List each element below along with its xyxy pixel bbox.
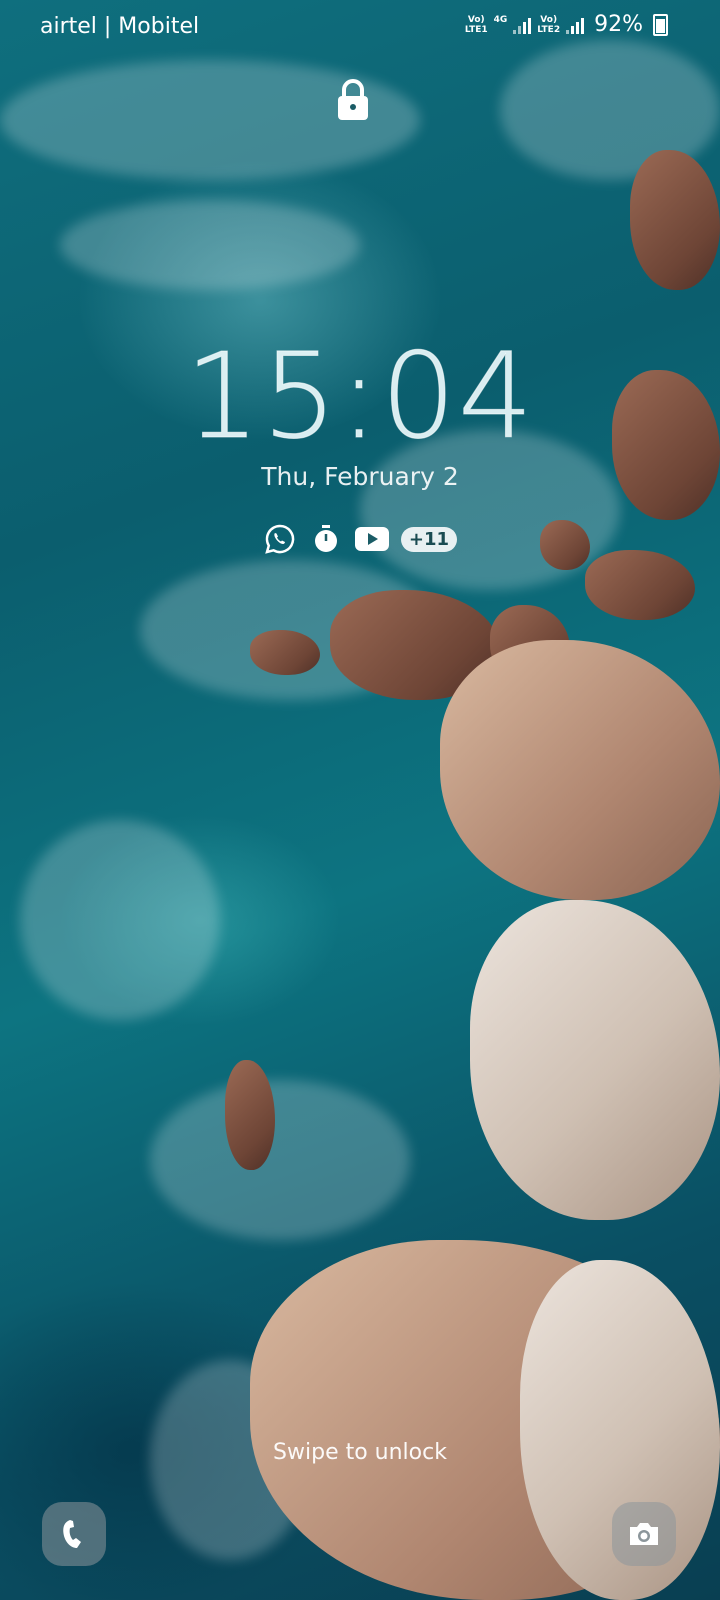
- sim2-volte-icon: Vo) LTE2: [537, 14, 561, 35]
- lockscreen-clock: 15:04: [184, 327, 536, 465]
- signal-sim1-icon: [513, 16, 532, 34]
- stopwatch-icon[interactable]: [309, 522, 343, 556]
- signal-sim2-icon: [566, 16, 585, 34]
- battery-icon: [653, 13, 668, 36]
- lockscreen-date: Thu, February 2: [261, 462, 459, 491]
- wave-foam: [150, 1080, 410, 1240]
- notification-icons[interactable]: +11: [0, 522, 720, 556]
- rock-cliff: [470, 900, 720, 1220]
- rock: [225, 1060, 275, 1170]
- sim1-volte-icon: Vo) LTE1: [464, 14, 488, 35]
- wallpaper: [0, 0, 720, 1600]
- rock: [630, 150, 720, 290]
- camera-icon: [630, 1523, 658, 1545]
- rock-cliff: [440, 640, 720, 900]
- phone-shortcut-button[interactable]: [42, 1502, 106, 1566]
- battery-percentage: 92%: [594, 12, 643, 37]
- status-icons: Vo) LTE1 4G Vo) LTE2 92%: [465, 12, 668, 37]
- rock: [585, 550, 695, 620]
- swipe-to-unlock-hint: Swipe to unlock: [273, 1440, 447, 1465]
- whatsapp-icon[interactable]: [263, 522, 297, 556]
- network-type-label: 4G: [493, 14, 508, 25]
- wave-foam: [60, 200, 360, 290]
- status-bar: airtel | Mobitel Vo) LTE1 4G Vo) LTE2 92…: [0, 0, 720, 56]
- camera-shortcut-button[interactable]: [612, 1502, 676, 1566]
- youtube-icon[interactable]: [354, 522, 389, 556]
- carrier-label: airtel | Mobitel: [40, 14, 200, 39]
- phone-icon: [63, 1520, 81, 1548]
- more-notifications-badge[interactable]: +11: [400, 526, 458, 552]
- wave-foam: [20, 820, 220, 1020]
- lock-icon[interactable]: [336, 78, 370, 122]
